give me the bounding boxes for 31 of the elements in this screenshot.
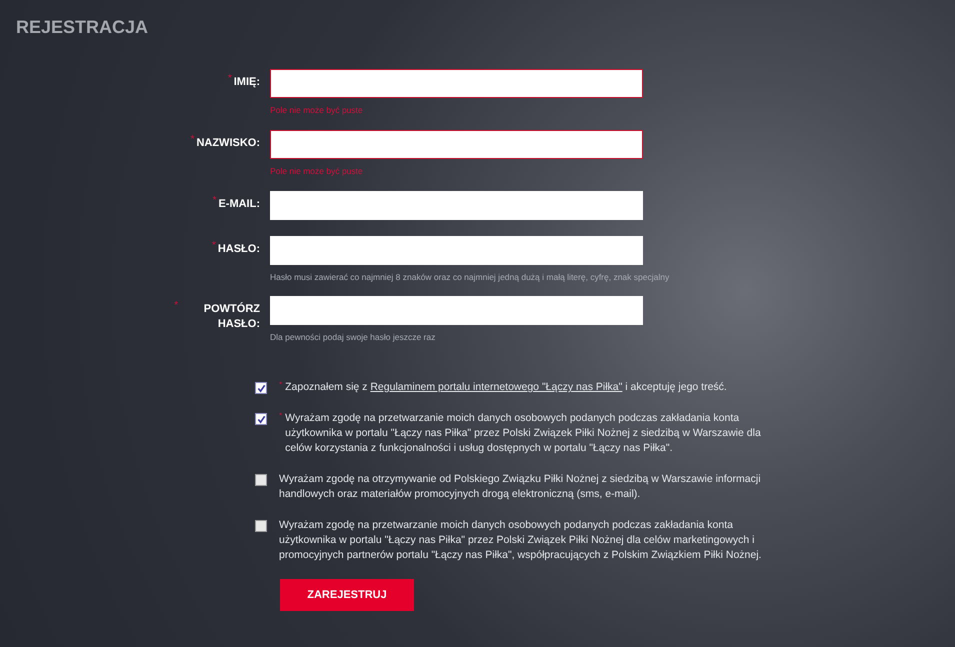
field-label: NAZWISKO: — [196, 136, 260, 151]
consent-text: Wyrażam zgodę na przetwarzanie moich danych osobowych podanych podczas zakładania konta użytkownika w portalu "Łączy nas Piłka" przez Polski Związek Piłki Nożnej z siedzibą w Warszawie dla celów korzystania z funkcjonalności i usług dostępnych w portalu "Łączy nas Piłka". — [285, 411, 762, 456]
field-label: HASŁO: — [218, 242, 260, 256]
consent-text: Wyrażam zgodę na otrzymywanie od Polskiego Związku Piłki Nożnej z siedzibą w Warszawie informacji handlowych oraz materiałów promocyjnych drogą elektroniczną (sms, e-mail). — [279, 472, 762, 502]
field-label: POWTÓRZ HASŁO: — [202, 302, 260, 332]
register-button[interactable]: ZAREJESTRUJ — [280, 579, 414, 611]
field-label: E-MAIL: — [218, 196, 260, 212]
input-field[interactable] — [270, 130, 643, 159]
required-mark: * — [212, 196, 216, 206]
consent-text: Wyrażam zgodę na przetwarzanie moich danych osobowych podanych podczas zakładania konta użytkownika w portalu "Łączy nas Piłka" przez Polski Związek Piłki Nożnej dla celów marketingowych i promocyjnych partnerów portalu "Łączy nas Piłka", współpracujących z Polskim Związkiem Piłki Nożnej. — [279, 518, 762, 563]
hint-text: Hasło musi zawierać co najmniej 8 znaków oraz co najmniej jedną dużą i małą literę, cyfrę, znak specjalny — [270, 270, 670, 284]
checkbox[interactable] — [255, 520, 267, 532]
required-mark: * — [279, 381, 282, 389]
checkbox[interactable] — [255, 413, 267, 425]
field-label: IMIĘ: — [234, 75, 260, 90]
required-mark: * — [228, 74, 232, 84]
checkbox[interactable] — [255, 382, 267, 394]
hint-text: Dla pewności podaj swoje hasło jeszcze raz — [270, 331, 436, 344]
required-mark: * — [212, 240, 216, 250]
input-field[interactable] — [270, 69, 643, 98]
required-mark: * — [190, 134, 194, 145]
check-icon — [256, 384, 266, 392]
required-mark: * — [174, 301, 178, 312]
required-mark: * — [279, 412, 282, 420]
consent-text: Zapoznałem się z Regulaminem portalu internetowego "Łączy nas Piłka" i akceptuję jego treść. — [285, 380, 727, 395]
error-message: Pole nie może być puste — [270, 104, 364, 117]
terms-link[interactable]: Regulaminem portalu internetowego "Łączy nas Piłka" — [370, 381, 622, 393]
checkbox[interactable] — [255, 474, 267, 486]
error-message: Pole nie może być puste — [270, 164, 364, 178]
page-title: REJESTRACJA — [16, 16, 150, 39]
check-icon — [256, 414, 266, 424]
